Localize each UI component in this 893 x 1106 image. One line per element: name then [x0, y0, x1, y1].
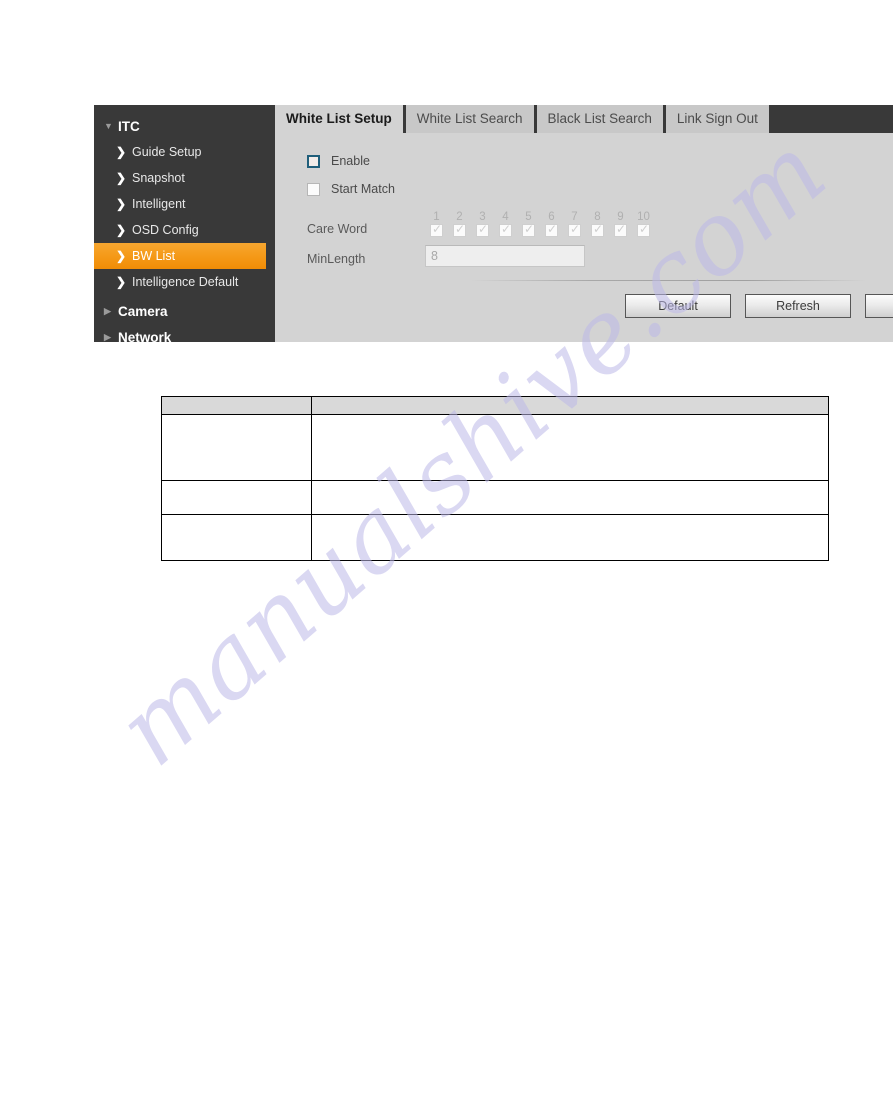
- table-header-cell-description: [310, 396, 830, 415]
- care-word-checkbox-9[interactable]: [614, 222, 627, 237]
- sidebar-nav: ▼ ITC ❯ Guide Setup ❯ Snapshot ❯ Intelli…: [94, 105, 275, 345]
- tab-white-list-setup[interactable]: White List Setup: [275, 105, 403, 133]
- sidebar-item-bw-list[interactable]: ❯ BW List: [94, 243, 266, 269]
- chevron-right-icon: ❯: [116, 223, 127, 237]
- care-word-cell-10: 10: [632, 210, 655, 237]
- default-button[interactable]: Default: [625, 294, 731, 318]
- start-match-row: Start Match: [275, 175, 893, 203]
- page-canvas: ▼ ITC ❯ Guide Setup ❯ Snapshot ❯ Intelli…: [0, 0, 893, 1106]
- sidebar-group-network[interactable]: ▶ Network: [94, 324, 275, 350]
- min-length-input[interactable]: [425, 245, 585, 267]
- table-row: [161, 480, 830, 515]
- table-cell-description: [310, 514, 830, 561]
- white-list-setup-form: Enable Start Match Care Word 1 ✓ 2 ✓ 3 ✓…: [275, 133, 893, 342]
- chevron-right-icon: ❯: [116, 249, 127, 263]
- action-button-bar: Default Refresh Save: [275, 294, 893, 318]
- refresh-button[interactable]: Refresh: [745, 294, 851, 318]
- care-word-cell-3: 3: [471, 210, 494, 237]
- care-word-checkbox-7[interactable]: [568, 222, 581, 237]
- care-word-checkbox-1[interactable]: [430, 222, 443, 237]
- care-word-checkbox-10[interactable]: [637, 222, 650, 237]
- table-body: [161, 414, 830, 561]
- start-match-label: Start Match: [331, 182, 395, 196]
- tab-black-list-search[interactable]: Black List Search: [536, 105, 663, 133]
- sidebar-item-label: Guide Setup: [132, 145, 202, 159]
- triangle-right-icon: ▶: [104, 305, 111, 316]
- care-word-checkbox-2[interactable]: [453, 222, 466, 237]
- care-word-cell-9: 9: [609, 210, 632, 237]
- sidebar-item-label: Intelligent: [132, 197, 186, 211]
- content-area: White List Setup White List Search Black…: [275, 105, 893, 342]
- chevron-right-icon: ❯: [116, 197, 127, 211]
- care-word-checkbox-8[interactable]: [591, 222, 604, 237]
- enable-row: Enable: [275, 147, 893, 175]
- triangle-right-icon: ▶: [104, 331, 111, 342]
- care-word-label: Care Word: [307, 222, 368, 236]
- parameter-description-table: [161, 396, 830, 561]
- sidebar-item-osd-config[interactable]: ❯ OSD Config: [94, 217, 275, 243]
- care-word-checkbox-4[interactable]: [499, 222, 512, 237]
- table-header-row: [161, 396, 830, 415]
- table-header-cell-parameter: [161, 396, 312, 415]
- care-word-cell-5: 5: [517, 210, 540, 237]
- min-length-label: MinLength: [307, 252, 366, 266]
- tab-white-list-search[interactable]: White List Search: [405, 105, 534, 133]
- chevron-right-icon: ❯: [116, 145, 127, 159]
- tab-link-sign-out[interactable]: Link Sign Out: [665, 105, 769, 133]
- sidebar-item-label: Intelligence Default: [132, 275, 239, 289]
- sidebar-item-label: OSD Config: [132, 223, 199, 237]
- care-word-checkbox-5[interactable]: [522, 222, 535, 237]
- care-word-checkbox-3[interactable]: [476, 222, 489, 237]
- table-cell-parameter: [161, 414, 312, 481]
- care-word-cell-2: 2: [448, 210, 471, 237]
- care-word-row: Care Word 1 2 3: [275, 210, 893, 237]
- sidebar-item-label: Snapshot: [132, 171, 185, 185]
- sidebar-group-itc[interactable]: ▼ ITC: [94, 113, 275, 139]
- care-word-cell-6: 6: [540, 210, 563, 237]
- table-cell-description: [310, 414, 830, 481]
- triangle-down-icon: ▼: [104, 120, 113, 131]
- sidebar-group-label: ITC: [118, 118, 140, 134]
- sidebar-group-camera[interactable]: ▶ Camera: [94, 298, 275, 324]
- device-web-ui-panel: ▼ ITC ❯ Guide Setup ❯ Snapshot ❯ Intelli…: [94, 105, 893, 345]
- enable-checkbox[interactable]: [307, 154, 320, 168]
- sidebar-group-label: Network: [118, 329, 172, 345]
- care-word-checkbox-6[interactable]: [545, 222, 558, 237]
- sidebar-item-label: BW List: [132, 249, 176, 263]
- care-word-cell-1: 1: [425, 210, 448, 237]
- care-word-cell-8: 8: [586, 210, 609, 237]
- table-cell-description: [310, 480, 830, 515]
- table-header: [161, 396, 830, 415]
- form-divider: [471, 280, 866, 281]
- sidebar-item-intelligent[interactable]: ❯ Intelligent: [94, 191, 275, 217]
- table-row: [161, 414, 830, 481]
- sidebar-group-label: Camera: [118, 303, 168, 319]
- table-cell-parameter: [161, 514, 312, 561]
- start-match-checkbox[interactable]: [307, 182, 320, 196]
- sidebar-item-snapshot[interactable]: ❯ Snapshot: [94, 165, 275, 191]
- sidebar-item-guide-setup[interactable]: ❯ Guide Setup: [94, 139, 275, 165]
- min-length-row: MinLength: [275, 245, 893, 267]
- save-button[interactable]: Save: [865, 294, 893, 318]
- chevron-right-icon: ❯: [116, 275, 127, 289]
- care-word-cell-7: 7: [563, 210, 586, 237]
- chevron-right-icon: ❯: [116, 171, 127, 185]
- sidebar-item-intelligence-default[interactable]: ❯ Intelligence Default: [94, 269, 275, 295]
- tab-strip: White List Setup White List Search Black…: [275, 105, 893, 133]
- care-word-checkbox-group: 1 2 3 4: [425, 210, 655, 237]
- table-row: [161, 514, 830, 561]
- enable-label: Enable: [331, 154, 370, 168]
- table-cell-parameter: [161, 480, 312, 515]
- care-word-cell-4: 4: [494, 210, 517, 237]
